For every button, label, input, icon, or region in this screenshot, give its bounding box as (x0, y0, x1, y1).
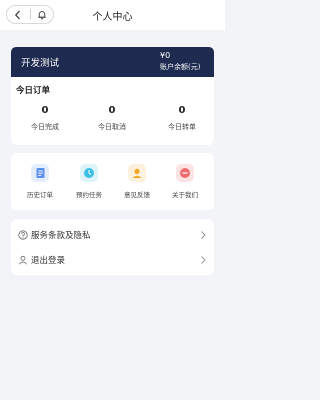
stat-value: 0 (108, 105, 116, 116)
chevron-right-icon (201, 256, 206, 264)
stat-value: 0 (41, 105, 49, 116)
account-name: 开发测试 (21, 58, 60, 69)
shortcut-label: 关于我们 (172, 191, 198, 199)
stat-transferred[interactable]: 0 今日转单 (152, 105, 212, 132)
account-balance: ¥0 (160, 51, 171, 60)
shortcut-feedback[interactable]: 意见反馈 (115, 164, 159, 199)
page-title: 个人中心 (92, 12, 133, 23)
settings-menu: 服务条款及隐私 退出登录 (11, 219, 214, 275)
shortcut-about-us[interactable]: 关于我们 (163, 164, 207, 199)
shortcuts-card: 历史订单 预约任务 意见反馈 关于我们 (11, 153, 214, 210)
user-icon (18, 255, 28, 265)
stat-label: 今日转单 (168, 123, 196, 131)
chevron-right-icon (201, 231, 206, 239)
shortcut-label: 历史订单 (27, 191, 53, 199)
shortcut-scheduled-tasks[interactable]: 预约任务 (67, 164, 111, 199)
clock-icon (80, 164, 98, 182)
feedback-icon (128, 164, 146, 182)
stat-label: 今日完成 (31, 123, 59, 131)
stat-completed[interactable]: 0 今日完成 (15, 105, 75, 132)
menu-item-logout[interactable]: 退出登录 (11, 250, 214, 270)
today-orders-title: 今日订单 (16, 86, 51, 96)
menu-item-label: 退出登录 (31, 256, 66, 266)
menu-item-terms-privacy[interactable]: 服务条款及隐私 (11, 225, 214, 245)
shortcut-label: 意见反馈 (124, 191, 150, 199)
today-orders-card: 今日订单 0 今日完成 0 今日取消 0 今日转单 (11, 77, 214, 145)
stat-label: 今日取消 (98, 123, 126, 131)
info-icon (176, 164, 194, 182)
menu-item-label: 服务条款及隐私 (31, 231, 91, 241)
shortcut-label: 预约任务 (76, 191, 102, 199)
help-circle-icon (18, 230, 28, 240)
account-balance-label: 账户余额(元) (160, 63, 201, 71)
shortcut-history-orders[interactable]: 历史订单 (18, 164, 62, 199)
document-icon (31, 164, 49, 182)
top-bar: 个人中心 (0, 0, 225, 30)
stat-cancelled[interactable]: 0 今日取消 (82, 105, 142, 132)
stat-value: 0 (178, 105, 186, 116)
account-card: 开发测试 ¥0 账户余额(元) (11, 47, 214, 77)
